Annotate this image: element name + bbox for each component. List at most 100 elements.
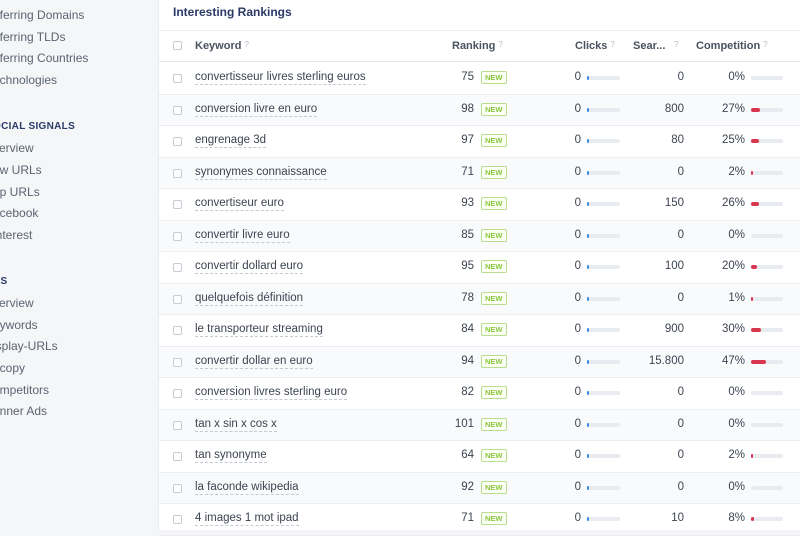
column-header-search[interactable]: Sear... xyxy=(633,40,665,52)
table-row: synonymes connaissance 71 NEW 0 0 2% xyxy=(159,157,800,189)
keyword-link[interactable]: le transporteur streaming xyxy=(195,323,323,337)
sidebar-item-top-urls[interactable]: op URLs xyxy=(0,185,40,199)
clicks-bar xyxy=(587,76,620,80)
search-volume-value: 150 xyxy=(664,197,684,209)
competition-bar xyxy=(751,296,783,301)
sidebar-section-social-signals: OCIAL SIGNALS xyxy=(0,121,76,132)
keyword-link[interactable]: tan x sin x cos x xyxy=(195,418,277,432)
keyword-link[interactable]: 4 images 1 mot ipad xyxy=(195,512,299,526)
keyword-link[interactable]: conversion livre en euro xyxy=(195,103,318,117)
clicks-value: 0 xyxy=(574,134,581,146)
select-all-checkbox[interactable] xyxy=(173,41,182,50)
clicks-bar-fill xyxy=(587,170,589,175)
keyword-link[interactable]: convertiseur euro xyxy=(195,197,284,211)
row-checkbox[interactable] xyxy=(173,200,182,209)
keyword-link[interactable]: synonymes connaissance xyxy=(195,166,327,180)
keyword-link[interactable]: convertir livre euro xyxy=(195,229,290,243)
competition-value: 26% xyxy=(721,197,745,209)
sidebar-item-ads-overview[interactable]: verview xyxy=(0,296,34,310)
sidebar-nav: eferring Domains eferring TLDs eferring … xyxy=(0,0,138,530)
row-checkbox[interactable] xyxy=(173,483,182,493)
row-checkbox[interactable] xyxy=(173,168,182,178)
row-checkbox[interactable] xyxy=(173,326,182,335)
competition-value: 8% xyxy=(728,512,745,524)
competition-value: 0% xyxy=(728,71,745,83)
clicks-bar-fill xyxy=(587,517,589,521)
keyword-link[interactable]: convertir dollar en euro xyxy=(195,355,313,369)
sidebar-item-pinterest[interactable]: interest xyxy=(0,228,32,242)
keyword-link[interactable]: convertisseur livres sterling euros xyxy=(195,71,366,85)
keyword-link[interactable]: quelquefois définition xyxy=(195,292,304,306)
clicks-bar xyxy=(587,517,620,521)
row-checkbox[interactable] xyxy=(173,294,182,304)
sidebar-item-facebook[interactable]: acebook xyxy=(0,206,38,220)
new-badge: NEW xyxy=(481,512,507,525)
table-row: le transporteur streaming 84 NEW 0 900 30% xyxy=(159,315,800,347)
ranking-value: 71 xyxy=(461,165,474,178)
sidebar-item-referring-countries[interactable]: eferring Countries xyxy=(0,51,88,65)
sidebar-item-banner-ads[interactable]: anner Ads xyxy=(0,404,47,418)
sidebar-item-technologies[interactable]: echnologies xyxy=(0,73,57,87)
competition-bar xyxy=(751,233,783,238)
competition-bar xyxy=(751,170,783,175)
table-row: convertir livre euro 85 NEW 0 0 0% xyxy=(159,220,800,252)
column-label-ranking: Ranking xyxy=(452,40,496,52)
sidebar-item-social-overview[interactable]: verview xyxy=(0,141,34,155)
table-row: engrenage 3d 97 NEW 0 80 25% xyxy=(159,126,800,158)
row-checkbox[interactable] xyxy=(173,452,182,461)
sidebar-item-new-urls[interactable]: ew URLs xyxy=(0,163,42,177)
ranking-value: 94 xyxy=(461,354,474,367)
help-icon[interactable]: ? xyxy=(763,40,767,49)
clicks-bar-fill xyxy=(587,202,589,206)
sidebar-item-adcopy[interactable]: dcopy xyxy=(0,361,25,375)
keyword-link[interactable]: tan synonyme xyxy=(195,449,267,463)
sidebar-item-display-urls[interactable]: isplay-URLs xyxy=(0,339,58,353)
clicks-value: 0 xyxy=(574,71,581,83)
row-checkbox[interactable] xyxy=(173,263,182,272)
row-checkbox[interactable] xyxy=(173,515,182,524)
row-checkbox[interactable] xyxy=(173,74,182,83)
competition-bar xyxy=(751,139,783,143)
column-header-competition[interactable]: Competition? xyxy=(696,40,768,52)
row-checkbox[interactable] xyxy=(173,389,182,398)
row-checkbox[interactable] xyxy=(173,105,182,115)
keyword-link[interactable]: conversion livres sterling euro xyxy=(195,386,348,400)
column-header-ranking[interactable]: Ranking? xyxy=(452,40,503,52)
sidebar-item-referring-tlds[interactable]: eferring TLDs xyxy=(0,30,65,44)
ranking-value: 85 xyxy=(461,228,474,241)
row-checkbox[interactable] xyxy=(173,420,182,430)
help-icon[interactable]: ? xyxy=(244,40,248,49)
sidebar-item-referring-domains[interactable]: eferring Domains xyxy=(0,8,84,22)
table-row: convertiseur euro 93 NEW 0 150 26% xyxy=(159,189,800,221)
table-row: convertir dollar en euro 94 NEW 0 15.800 47% xyxy=(159,346,800,378)
ranking-value: 93 xyxy=(461,197,474,209)
help-icon[interactable]: ? xyxy=(610,40,614,49)
row-checkbox[interactable] xyxy=(173,137,182,146)
help-icon[interactable]: ? xyxy=(498,40,502,49)
table-row: tan x sin x cos x 101 NEW 0 0 0% xyxy=(159,409,800,441)
column-header-keyword[interactable]: Keyword? xyxy=(195,40,249,52)
help-icon[interactable]: ? xyxy=(674,40,678,49)
sidebar-item-competitors[interactable]: ompetitors xyxy=(0,383,49,397)
sidebar-item-keywords[interactable]: eywords xyxy=(0,318,38,332)
ranking-value: 98 xyxy=(461,102,474,115)
clicks-bar xyxy=(587,391,620,395)
clicks-bar xyxy=(587,107,620,112)
row-checkbox[interactable] xyxy=(173,231,182,241)
ranking-value: 64 xyxy=(461,449,474,461)
competition-value: 0% xyxy=(728,386,745,398)
keyword-link[interactable]: la faconde wikipedia xyxy=(195,481,299,495)
row-checkbox[interactable] xyxy=(173,357,182,367)
keyword-link[interactable]: engrenage 3d xyxy=(195,134,266,148)
panel-title: Interesting Rankings xyxy=(173,5,292,19)
clicks-value: 0 xyxy=(574,354,581,367)
keyword-link[interactable]: convertir dollard euro xyxy=(195,260,304,274)
column-header-clicks[interactable]: Clicks? xyxy=(575,40,615,52)
clicks-value: 0 xyxy=(574,386,581,398)
table-row: 4 images 1 mot ipad 71 NEW 0 10 8% xyxy=(159,504,800,536)
search-volume-value: 10 xyxy=(671,512,684,524)
new-badge: NEW xyxy=(481,165,507,179)
new-badge: NEW xyxy=(481,386,507,399)
competition-value: 0% xyxy=(728,480,745,493)
competition-bar xyxy=(751,517,783,521)
